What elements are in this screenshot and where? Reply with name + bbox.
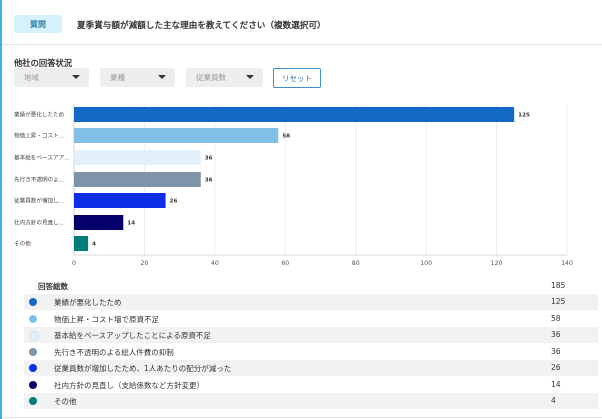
summary-row: 物価上昇・コスト増で原資不足 58: [24, 311, 598, 327]
summary-row-value: 14: [551, 379, 561, 389]
summary-row: 基本給をベースアップしたことによる原資不足 36: [24, 327, 598, 343]
summary-total-row: 回答総数 185: [24, 278, 598, 294]
legend-dot-icon: [29, 314, 37, 323]
chart-bar: [74, 215, 124, 230]
legend-dot-icon: [29, 380, 37, 389]
summary-total-label: 回答総数: [38, 282, 68, 291]
category-label: その他: [14, 240, 31, 248]
chart-bar: [74, 236, 89, 251]
bar-value-label: 14: [127, 221, 135, 227]
summary-row-value: 125: [551, 297, 566, 306]
summary-row-label: 従業員数が増加したため、1人あたりの配分が減った: [54, 364, 232, 373]
summary-row-label: その他: [54, 397, 77, 406]
bar-chart: 0 20 40 60 80 100 120 140 業績が悪化したため 125 物価上昇・コスト..…: [14, 104, 573, 267]
summary-row-value: 36: [551, 330, 561, 339]
summary-row-label: 先行き不透明のよる総人件費の抑制: [54, 347, 174, 357]
x-tick-label: 80: [352, 260, 360, 267]
summary-row-label: 基本給をベースアップしたことによる原資不足: [54, 331, 211, 340]
chart-bar: [74, 128, 279, 143]
summary-row-value: 4: [551, 396, 556, 405]
x-tick-label: 20: [140, 260, 148, 267]
chart-bar: [74, 172, 201, 187]
x-tick-label: 60: [281, 260, 289, 267]
summary-row: その他 4: [24, 393, 598, 409]
x-tick-label: 100: [420, 260, 432, 267]
chart-bar: [74, 107, 515, 122]
legend-dot-icon: [29, 331, 39, 341]
bottom-divider: [2, 417, 602, 418]
summary-row: 従業員数が増加したため、1人あたりの配分が減った 26: [24, 360, 598, 376]
x-tick-label: 120: [491, 260, 503, 267]
summary-row: 社内方針の見直し（支給係数など方針変更） 14: [24, 377, 598, 393]
x-tick-label: 0: [72, 260, 76, 267]
category-label: 物価上昇・コスト...: [14, 132, 64, 140]
summary-row: 業績が悪化したため 125: [24, 294, 598, 310]
bar-value-label: 36: [205, 156, 213, 162]
category-label: 社内方針の見直し...: [14, 219, 64, 227]
bar-value-label: 26: [170, 199, 178, 205]
bar-value-label: 4: [92, 242, 96, 248]
legend-dot-icon: [29, 397, 37, 405]
chart-bar: [74, 150, 201, 165]
summary-row-label: 社内方針の見直し（支給係数など方針変更）: [54, 380, 204, 390]
legend-dot-icon: [29, 347, 37, 356]
legend-dot-icon: [29, 364, 37, 372]
summary-row-value: 26: [551, 363, 561, 372]
x-tick-label: 140: [561, 260, 573, 267]
summary-total-value: 185: [551, 281, 566, 290]
summary-row-label: 業績が悪化したため: [54, 298, 122, 307]
chart-bar: [74, 193, 166, 208]
category-label: 基本給をベースアア...: [14, 154, 70, 162]
bar-value-label: 36: [205, 178, 213, 184]
summary-row-value: 36: [551, 346, 561, 356]
category-label: 業績が悪化したため: [14, 111, 65, 119]
x-tick-label: 40: [211, 260, 219, 267]
summary-row-label: 物価上昇・コスト増で原資不足: [54, 314, 159, 324]
category-label: 従業員数が増加し...: [14, 197, 64, 205]
legend-dot-icon: [29, 298, 37, 306]
summary-row: 先行き不透明のよる総人件費の抑制 36: [24, 344, 598, 360]
summary-row-value: 58: [551, 313, 561, 323]
bar-value-label: 125: [518, 113, 530, 119]
bar-value-label: 58: [282, 134, 290, 140]
category-label: 先行き不透明のよ...: [14, 176, 64, 184]
